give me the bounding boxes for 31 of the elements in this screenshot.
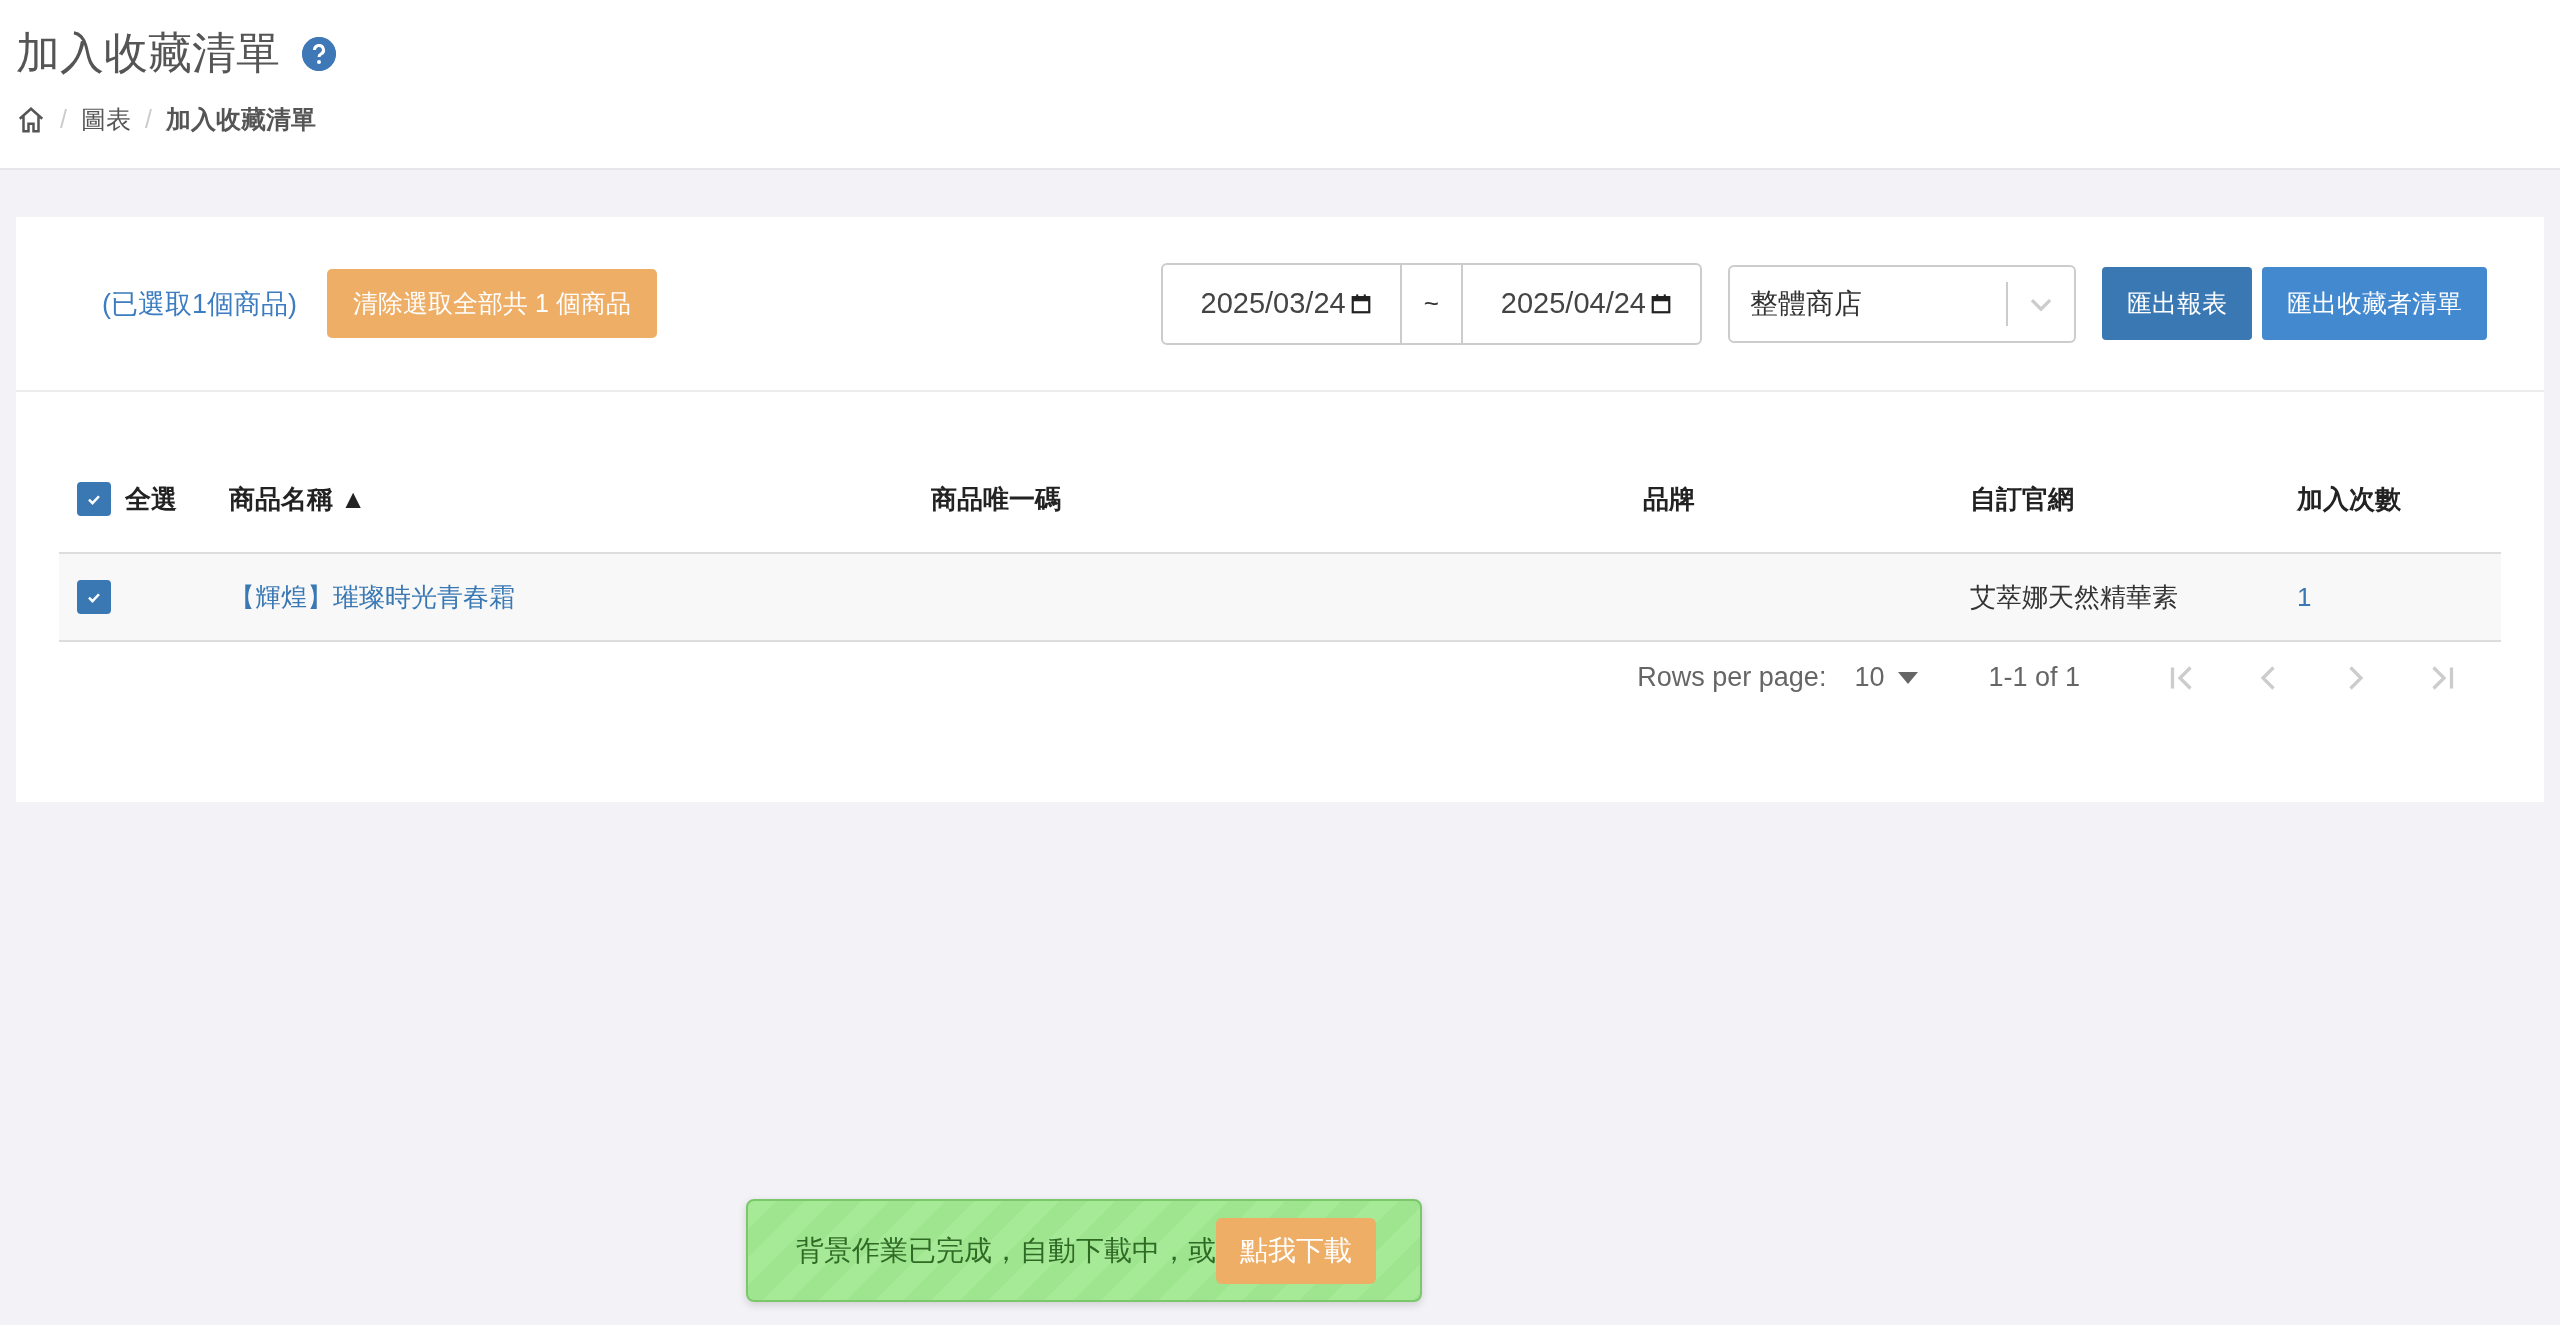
store-select[interactable]: 整體商店 [1728, 264, 2076, 343]
breadcrumb-current: 加入收藏清單 [165, 104, 316, 135]
column-header[interactable]: 自訂官網 [1970, 483, 2074, 514]
caret-icon[interactable] [1898, 671, 1919, 684]
column-header[interactable]: 加入次數 [2297, 483, 2401, 514]
start-date-input[interactable]: 2025/03/24 [1200, 287, 1346, 320]
rows-per-page-select[interactable]: 10 [1854, 662, 1919, 693]
checkbox[interactable] [77, 482, 111, 516]
column-header[interactable]: 品牌 [1643, 483, 1695, 514]
product-link[interactable]: 【輝煌】璀璨時光青春霜 [229, 581, 515, 612]
calendar-icon[interactable] [1349, 292, 1372, 315]
end-date-input[interactable]: 2025/04/24 [1500, 287, 1646, 320]
export-button[interactable]: 匯出報表 [2102, 267, 2252, 340]
table-cell: 艾萃娜天然精華素 [1970, 581, 2178, 612]
column-header[interactable]: 商品名稱 ▲ [229, 483, 366, 514]
export-button[interactable]: 匯出收藏者清單 [2262, 267, 2487, 340]
checkbox[interactable] [77, 580, 111, 614]
range-separator: ~ [1423, 288, 1439, 319]
help-icon[interactable] [302, 36, 336, 71]
page-title: 加入收藏清單 [16, 27, 280, 79]
selection-note: (已選取1個商品) [102, 287, 297, 321]
page-range: 1-1 of 1 [1988, 662, 2080, 693]
rows-per-page-label: Rows per page: [1637, 662, 1827, 693]
select-all-label: 全選 [125, 482, 177, 516]
calendar-icon[interactable] [1650, 292, 1672, 315]
breadcrumb-separator: / [60, 105, 67, 134]
breadcrumb-link[interactable]: 圖表 [80, 103, 131, 136]
breadcrumb-separator: / [144, 105, 152, 134]
column-header[interactable]: 商品唯一碼 [931, 483, 1061, 514]
count-link[interactable]: 1 [2297, 581, 2312, 612]
toast-message: 背景作業已完成，自動下載中，或 [796, 1233, 1216, 1268]
